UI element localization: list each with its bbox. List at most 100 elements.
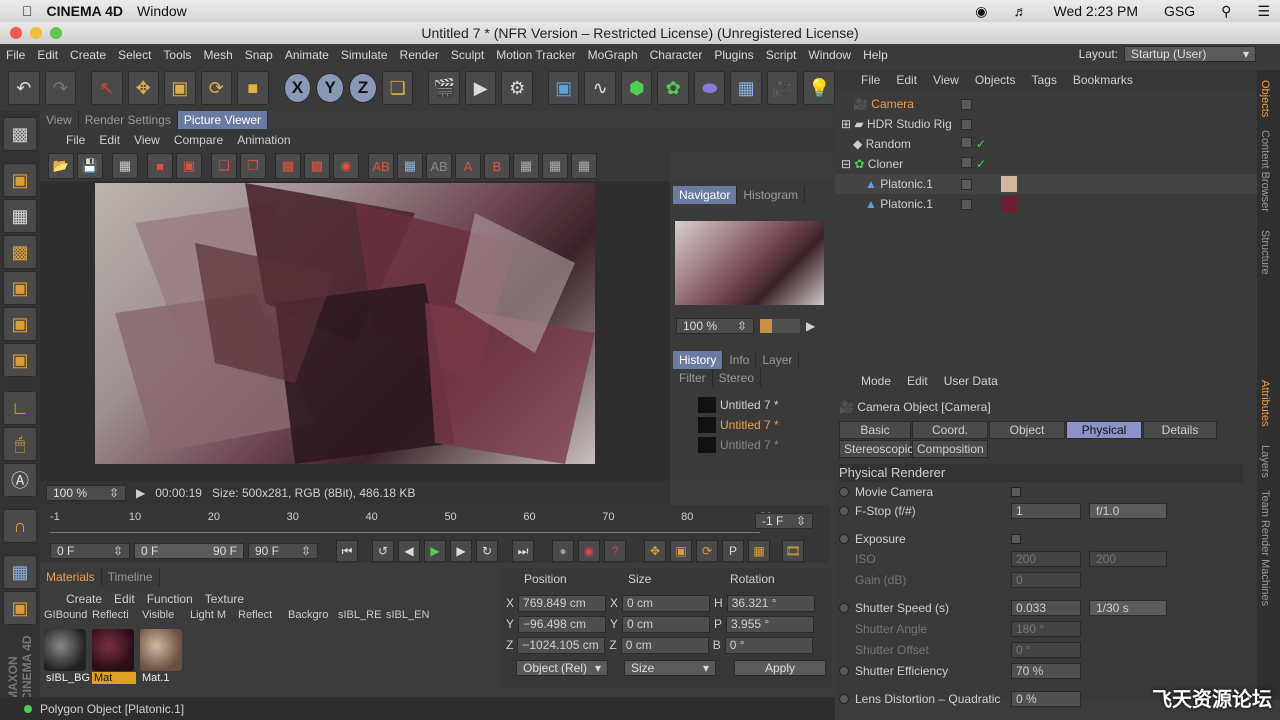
camera-icon[interactable]: 🎥 bbox=[766, 71, 799, 105]
menu-simulate[interactable]: Simulate bbox=[341, 48, 388, 62]
menu-tools[interactable]: Tools bbox=[163, 48, 191, 62]
make-editable-icon[interactable]: ▩ bbox=[3, 117, 37, 151]
tab-picture-viewer[interactable]: Picture Viewer bbox=[177, 111, 269, 129]
previous-frame-icon[interactable]: ◀ bbox=[398, 540, 420, 562]
stop-render-icon[interactable]: ■ bbox=[147, 153, 173, 179]
tab-materials[interactable]: Materials bbox=[40, 568, 102, 586]
open-icon[interactable]: 📂 bbox=[48, 153, 74, 179]
edges-mode-icon[interactable]: ▣ bbox=[3, 307, 37, 341]
timeline-ruler[interactable]: -1102030405060708090 -1 F⇳ bbox=[40, 505, 830, 539]
obj-menu-objects[interactable]: Objects bbox=[975, 73, 1016, 87]
key-position-icon[interactable]: ✥ bbox=[644, 540, 666, 562]
model-mode-icon[interactable]: ▣ bbox=[3, 163, 37, 197]
rotation-b-field[interactable]: 0 ° bbox=[724, 636, 813, 654]
lens-distortion-field[interactable]: 0 % bbox=[1011, 691, 1081, 707]
cube-icon[interactable]: ▣ bbox=[547, 71, 580, 105]
pv-menu-compare[interactable]: Compare bbox=[174, 133, 223, 147]
record-icon[interactable]: ◉ bbox=[578, 540, 600, 562]
live-select-icon[interactable]: ↖ bbox=[91, 71, 123, 105]
ab-icon[interactable]: AB bbox=[368, 153, 394, 179]
tab-stereoscopic[interactable]: Stereoscopic bbox=[839, 440, 913, 458]
side-tab-structure[interactable]: Structure bbox=[1259, 230, 1271, 275]
menu-animate[interactable]: Animate bbox=[285, 48, 329, 62]
volume-icon[interactable]: ♬ bbox=[1013, 3, 1027, 19]
save-icon[interactable]: 💾 bbox=[77, 153, 103, 179]
apply-button[interactable]: Apply bbox=[734, 660, 826, 676]
mat-menu-edit[interactable]: Edit bbox=[114, 592, 135, 606]
next-frame-icon[interactable]: ▶ bbox=[450, 540, 472, 562]
param-shutter-efficiency[interactable]: Shutter Efficiency 70 % bbox=[839, 661, 1249, 681]
tab-physical[interactable]: Physical bbox=[1066, 421, 1142, 439]
ab-gray-icon[interactable]: AB bbox=[426, 153, 452, 179]
workplane-icon[interactable]: ▩ bbox=[3, 235, 37, 269]
key-rotation-icon[interactable]: ⟳ bbox=[696, 540, 718, 562]
material-label[interactable]: Mat.1 bbox=[140, 672, 184, 684]
pv-menu-file[interactable]: File bbox=[66, 133, 85, 147]
fstop-field[interactable]: 1 bbox=[1011, 503, 1081, 519]
texture-mode-icon[interactable]: ▦ bbox=[3, 199, 37, 233]
attr-menu-edit[interactable]: Edit bbox=[907, 374, 928, 388]
menu-window[interactable]: Window bbox=[808, 48, 851, 62]
tab-stereo[interactable]: Stereo bbox=[712, 369, 762, 387]
tab-layer[interactable]: Layer bbox=[756, 351, 800, 369]
render-settings-icon[interactable]: ⚙ bbox=[501, 71, 533, 105]
mat-menu-create[interactable]: Create bbox=[66, 592, 102, 606]
key-pla-icon[interactable]: ▦ bbox=[748, 540, 770, 562]
menu-help[interactable]: Help bbox=[863, 48, 888, 62]
object-row-camera[interactable]: 🎥 Camera bbox=[835, 94, 1257, 114]
material-label[interactable]: sIBL_BG bbox=[44, 672, 90, 684]
size-mode-dropdown[interactable]: Size ▾ bbox=[624, 660, 716, 676]
menu-snap[interactable]: Snap bbox=[245, 48, 273, 62]
preview-range-slider[interactable]: 0 F 90 F bbox=[134, 543, 244, 559]
close-window-button[interactable] bbox=[10, 27, 22, 39]
tab-basic[interactable]: Basic bbox=[839, 421, 911, 439]
movie-camera-checkbox[interactable] bbox=[1011, 487, 1021, 497]
polygons-mode-icon[interactable]: ▣ bbox=[3, 343, 37, 377]
menu-mesh[interactable]: Mesh bbox=[203, 48, 232, 62]
menu-render[interactable]: Render bbox=[400, 48, 439, 62]
tab-view[interactable]: View bbox=[40, 111, 79, 129]
quantize-icon[interactable]: ▣ bbox=[3, 591, 37, 625]
points-mode-icon[interactable]: ▣ bbox=[3, 271, 37, 305]
material-swatch-sibl-bg[interactable] bbox=[44, 629, 86, 671]
object-row-hdr-rig[interactable]: ⊞ ▰ HDR Studio Rig bbox=[835, 114, 1257, 134]
key-param-icon[interactable]: P bbox=[722, 540, 744, 562]
render-picture-viewer-icon[interactable]: ▶ bbox=[464, 71, 497, 105]
rotation-h-field[interactable]: 36.321 ° bbox=[726, 594, 815, 612]
material-tag-icon[interactable] bbox=[1001, 196, 1017, 212]
history-item-active[interactable]: Untitled 7 * bbox=[698, 415, 798, 435]
move-icon[interactable]: ✥ bbox=[127, 71, 159, 105]
tab-composition[interactable]: Composition bbox=[912, 440, 988, 458]
tweak-mode-icon[interactable]: 🖱 bbox=[3, 427, 37, 461]
layout-1-icon[interactable]: ▦ bbox=[513, 153, 539, 179]
go-to-end-icon[interactable]: ⏭ bbox=[512, 540, 534, 562]
grid-snap-icon[interactable]: ▦ bbox=[3, 555, 37, 589]
size-y-field[interactable]: 0 cm bbox=[622, 615, 711, 633]
layout-2-icon[interactable]: ▦ bbox=[542, 153, 568, 179]
param-movie-camera[interactable]: Movie Camera bbox=[839, 482, 1249, 502]
menu-file[interactable]: File bbox=[6, 48, 25, 62]
menu-mograph[interactable]: MoGraph bbox=[588, 48, 638, 62]
menu-plugins[interactable]: Plugins bbox=[714, 48, 753, 62]
floor-icon[interactable]: ▦ bbox=[730, 71, 762, 105]
search-icon[interactable]: ⚲ bbox=[1221, 3, 1231, 20]
history-item[interactable]: Untitled 7 * bbox=[698, 395, 798, 415]
redo-icon[interactable]: ↷ bbox=[44, 71, 76, 105]
object-row-random[interactable]: ◆ Random ✓ bbox=[835, 134, 1257, 154]
tab-timeline[interactable]: Timeline bbox=[101, 568, 160, 586]
grid-icon[interactable]: ▦ bbox=[112, 153, 138, 179]
obj-menu-file[interactable]: File bbox=[861, 73, 880, 87]
start-frame-field[interactable]: 0 F ⇳ bbox=[50, 543, 130, 559]
object-row-cloner[interactable]: ⊟ ✿ Cloner ✓ bbox=[835, 154, 1257, 174]
material-swatch-mat[interactable] bbox=[92, 629, 134, 671]
tab-coord[interactable]: Coord. bbox=[912, 421, 988, 439]
tab-navigator[interactable]: Navigator bbox=[673, 186, 738, 204]
side-tab-objects[interactable]: Objects bbox=[1259, 80, 1271, 117]
spline-pen-icon[interactable]: ∿ bbox=[584, 71, 616, 105]
coordinate-mode-dropdown[interactable]: Object (Rel) ▾ bbox=[516, 660, 608, 676]
solo-icon[interactable]: Ⓐ bbox=[3, 463, 37, 497]
menu-sculpt[interactable]: Sculpt bbox=[451, 48, 484, 62]
side-tab-attributes[interactable]: Attributes bbox=[1259, 380, 1271, 426]
light-icon[interactable]: 💡 bbox=[803, 71, 835, 105]
object-row-platonic-2[interactable]: ▲ Platonic.1 bbox=[835, 194, 1257, 214]
